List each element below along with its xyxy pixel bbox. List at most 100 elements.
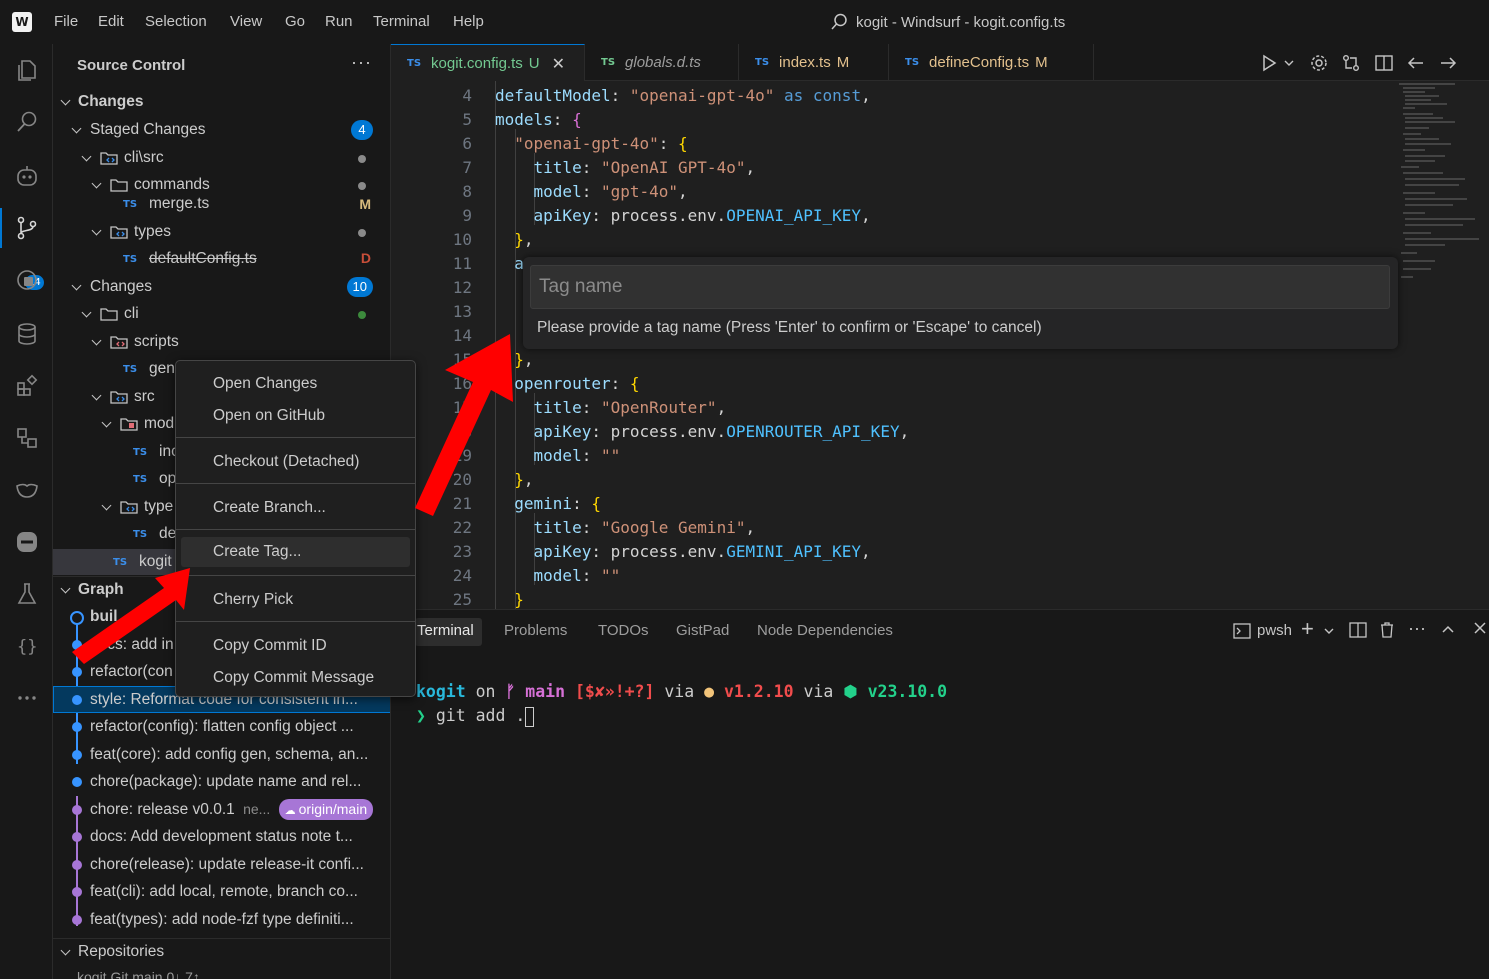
folder-code-icon: [120, 501, 138, 514]
menu-copy-commit-message[interactable]: Copy Commit Message: [181, 663, 410, 693]
masks-icon[interactable]: [13, 476, 41, 504]
gear-icon[interactable]: [1309, 53, 1329, 73]
changes-section-header[interactable]: Changes: [53, 89, 390, 115]
menu-create-branch[interactable]: Create Branch...: [181, 493, 410, 523]
windsurf-logo-icon: W: [12, 12, 32, 32]
copilot-robot-icon[interactable]: [13, 162, 41, 190]
explorer-icon[interactable]: [13, 56, 41, 84]
activity-bar: 14 {}: [0, 44, 53, 979]
graph-commit[interactable]: chore(release): update release-it confi.…: [53, 851, 390, 878]
menu-terminal[interactable]: Terminal: [373, 13, 430, 30]
more-icon[interactable]: [13, 684, 41, 712]
minimap[interactable]: [1395, 81, 1489, 281]
tab-kogit-config[interactable]: TS kogit.config.ts U ✕: [391, 44, 585, 82]
terminal-shell-icon[interactable]: [1233, 622, 1251, 645]
chevron-down-icon: [100, 500, 114, 514]
menu-edit[interactable]: Edit: [98, 13, 124, 30]
origin-main-badge: ☁ origin/main: [278, 799, 374, 820]
menu-open-changes[interactable]: Open Changes: [181, 369, 410, 399]
tab-node-dependencies[interactable]: Node Dependencies: [757, 618, 893, 646]
tree-folder[interactable]: types: [53, 219, 390, 245]
more-icon[interactable]: ···: [1408, 618, 1426, 639]
commit-node: [72, 777, 82, 787]
menu-copy-commit-id[interactable]: Copy Commit ID: [181, 631, 410, 661]
menu-create-tag[interactable]: Create Tag...: [181, 537, 410, 567]
typescript-icon: TS: [123, 253, 138, 265]
tab-terminal[interactable]: Terminal: [415, 618, 482, 646]
shell-name[interactable]: pwsh: [1257, 622, 1292, 639]
folder-code-icon: [110, 226, 128, 239]
code-line: 18 apiKey: process.env.OPENROUTER_API_KE…: [452, 422, 910, 441]
more-actions-icon[interactable]: ···: [351, 52, 372, 73]
tree-folder[interactable]: cli\src: [53, 145, 390, 171]
menu-cherry-pick[interactable]: Cherry Pick: [181, 585, 410, 615]
run-icon[interactable]: [1259, 53, 1279, 73]
arrow-right-icon[interactable]: [1438, 53, 1458, 73]
close-panel-icon[interactable]: [1473, 621, 1487, 640]
graph-commit[interactable]: docs: Add development status note t...: [53, 823, 390, 850]
tree-folder[interactable]: cli: [53, 301, 390, 327]
terminal-cursor: [525, 706, 535, 727]
changes-group[interactable]: Changes 10: [53, 274, 390, 300]
staged-changes-group[interactable]: Staged Changes 4: [53, 117, 390, 143]
graph-commit[interactable]: feat(types): add node-fzf type definiti.…: [53, 906, 390, 933]
tree-file[interactable]: TS defaultConfig.ts D: [53, 246, 390, 272]
menu-checkout-detached[interactable]: Checkout (Detached): [181, 447, 410, 477]
tab-index[interactable]: TS index.ts M: [739, 44, 889, 81]
menu-selection[interactable]: Selection: [145, 13, 207, 30]
maximize-panel-icon[interactable]: [1441, 622, 1455, 641]
typescript-icon: TS: [123, 198, 138, 210]
remote-explorer-icon[interactable]: [13, 266, 41, 294]
extensions-icon[interactable]: [13, 372, 41, 400]
menu-file[interactable]: File: [54, 13, 78, 30]
source-control-icon[interactable]: [13, 214, 41, 242]
json-braces-icon[interactable]: {}: [13, 632, 41, 660]
folder-scripts-icon: [110, 336, 128, 349]
tab-globals[interactable]: TS globals.d.ts: [585, 44, 739, 81]
compare-changes-icon[interactable]: [1341, 53, 1361, 73]
tab-define-config[interactable]: TS defineConfig.ts M: [889, 44, 1094, 81]
tab-problems[interactable]: Problems: [504, 618, 567, 646]
tab-todos[interactable]: TODOs: [598, 618, 649, 646]
split-terminal-icon[interactable]: [1349, 621, 1367, 644]
remote-tunnels-icon[interactable]: [13, 424, 41, 452]
graph-commit[interactable]: chore: release v0.0.1 ne... ☁ origin/main: [53, 796, 390, 823]
menu-view[interactable]: View: [230, 13, 262, 30]
commit-node: [72, 860, 82, 870]
chevron-down-icon: [59, 95, 73, 109]
split-editor-icon[interactable]: [1374, 53, 1394, 73]
chevron-down-icon[interactable]: [1323, 624, 1335, 642]
title-bar: W File Edit Selection View Go Run Termin…: [0, 0, 1489, 44]
database-icon[interactable]: [13, 320, 41, 348]
tree-file[interactable]: TS merge.ts M: [53, 192, 390, 216]
command-center[interactable]: kogit - Windsurf - kogit.config.ts: [830, 9, 1065, 35]
chevron-down-icon: [90, 335, 104, 349]
menu-open-on-github[interactable]: Open on GitHub: [181, 401, 410, 431]
tag-name-input[interactable]: [530, 265, 1390, 309]
graph-commit[interactable]: chore(package): update name and rel...: [53, 768, 390, 795]
graph-commit[interactable]: feat(core): add config gen, schema, an..…: [53, 741, 390, 768]
chevron-down-icon[interactable]: [1283, 53, 1295, 73]
search-icon[interactable]: [13, 108, 41, 136]
codeium-icon[interactable]: [13, 528, 41, 556]
menu-separator: [176, 529, 415, 530]
menu-run[interactable]: Run: [325, 13, 353, 30]
repositories-section-header[interactable]: Repositories: [53, 938, 390, 964]
close-icon[interactable]: ✕: [552, 54, 565, 74]
terminal-output[interactable]: kogit on ᚠ main [$✘»!+?] via ● v1.2.10 v…: [416, 680, 947, 728]
commit-node: [72, 667, 82, 677]
arrow-left-icon[interactable]: [1406, 53, 1426, 73]
graph-commit[interactable]: refactor(config): flatten config object …: [53, 713, 390, 740]
menu-go[interactable]: Go: [285, 13, 305, 30]
menu-help[interactable]: Help: [453, 13, 484, 30]
chevron-down-icon: [90, 225, 104, 239]
code-line: 25 }: [452, 590, 524, 609]
graph-commit[interactable]: feat(cli): add local, remote, branch co.…: [53, 878, 390, 905]
new-terminal-icon[interactable]: +: [1301, 616, 1314, 642]
trash-icon[interactable]: [1378, 621, 1396, 644]
commit-node: [70, 611, 84, 625]
repository-row[interactable]: kogit Git main 0↓ 7↑: [53, 964, 390, 979]
tab-gistpad[interactable]: GistPad: [676, 618, 729, 646]
tree-folder[interactable]: scripts: [53, 329, 390, 355]
testing-flask-icon[interactable]: [13, 580, 41, 608]
